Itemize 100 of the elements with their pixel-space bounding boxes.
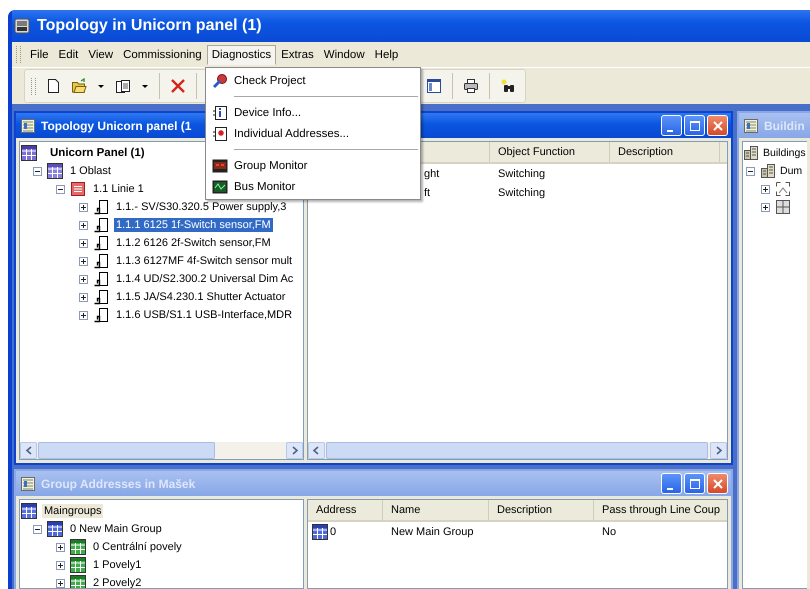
scroll-right-button[interactable] [710, 442, 727, 459]
minimize-icon [666, 488, 672, 490]
close-icon [712, 120, 724, 132]
menu-entry[interactable]: Device Info... [206, 102, 420, 123]
column-header[interactable]: Object Function [490, 142, 610, 162]
close-button[interactable] [707, 473, 728, 494]
collapse-toggle[interactable] [56, 184, 65, 194]
folder-icon [71, 78, 87, 94]
tree-item[interactable]: 1.1.2 6126 2f-Switch sensor,FM [114, 236, 273, 250]
expand-toggle[interactable] [56, 560, 65, 570]
menu-entry[interactable]: Check Project [206, 70, 420, 91]
expand-toggle[interactable] [761, 184, 770, 194]
column-header[interactable]: Pass through Line Coup [594, 500, 727, 520]
menu-item[interactable]: Help [370, 44, 404, 64]
device-icon [93, 217, 109, 233]
device-icon [93, 289, 109, 305]
printer-icon [463, 78, 479, 94]
table-cell: No [602, 526, 616, 538]
window-title: Buildin [764, 118, 805, 132]
menu-grip[interactable] [16, 46, 21, 63]
expand-toggle[interactable] [79, 220, 88, 230]
delete-icon [170, 78, 186, 94]
caret-icon [97, 83, 105, 89]
tree-item[interactable]: 1.1.5 JA/S4.230.1 Shutter Actuator [114, 290, 288, 304]
info-icon [212, 104, 228, 120]
building-icon [760, 163, 776, 179]
menu-item[interactable]: Commissioning [118, 44, 207, 64]
tree-item[interactable]: 1.1.- SV/S30.320.5 Power supply,3 [114, 200, 288, 214]
expand-toggle[interactable] [79, 238, 88, 248]
grid-icon [47, 163, 63, 179]
collapse-toggle[interactable] [33, 524, 42, 534]
device-icon [93, 307, 109, 323]
column-header[interactable]: Address [308, 500, 383, 520]
expand-toggle[interactable] [56, 542, 65, 552]
menu-item[interactable]: Diagnostics [206, 44, 276, 64]
device-icon [93, 199, 109, 215]
scrollbar-thumb[interactable] [38, 442, 215, 459]
collapse-toggle[interactable] [33, 166, 42, 176]
expand-toggle[interactable] [79, 256, 88, 266]
tree-item[interactable]: 1.1.1 6125 1f-Switch sensor,FM [114, 218, 273, 232]
window-icon [21, 118, 35, 132]
expand-toggle[interactable] [79, 292, 88, 302]
chevron-left-icon [24, 446, 32, 455]
scroll-left-button[interactable] [20, 442, 37, 459]
waveform-icon [212, 178, 228, 194]
menu-item[interactable]: View [83, 44, 118, 64]
tree-item[interactable]: 1.1.3 6127MF 4f-Switch sensor mult [114, 254, 294, 268]
minimize-button[interactable] [661, 115, 682, 136]
table-cell: New Main Group [391, 526, 474, 538]
tree-item[interactable]: 1.1.4 UD/S2.300.2 Universal Dim Ac [114, 272, 296, 286]
group-address-icon [312, 524, 328, 540]
tree-item[interactable]: 1 Povely1 [91, 558, 144, 572]
window-icon [744, 118, 758, 132]
chevron-left-icon [312, 446, 320, 455]
collapse-toggle[interactable] [746, 166, 755, 176]
tree-item[interactable]: Dum [779, 164, 802, 178]
menu-entry[interactable]: Bus Monitor [206, 176, 420, 197]
minimize-button[interactable] [661, 473, 682, 494]
expand-toggle[interactable] [79, 310, 88, 320]
close-button[interactable] [707, 115, 728, 136]
tree-item[interactable]: 1.1.6 USB/S1.1 USB-Interface,MDR [114, 308, 294, 322]
tree-item[interactable]: 1 Oblast [68, 164, 113, 178]
tree-item[interactable]: 0 New Main Group [68, 522, 164, 536]
menu-item[interactable]: Edit [54, 44, 84, 64]
window-icon [426, 78, 442, 94]
tree-item[interactable]: 1.1 Linie 1 [91, 182, 146, 196]
window-icon [21, 476, 35, 490]
window-title: Group Addresses in Mašek [41, 476, 196, 490]
grid-icon [47, 521, 63, 537]
expand-toggle[interactable] [79, 274, 88, 284]
expand-toggle[interactable] [761, 202, 770, 212]
menu-entry[interactable]: Group Monitor [206, 155, 420, 176]
expand-toggle[interactable] [56, 578, 65, 588]
menu-entry[interactable]: Individual Addresses... [206, 123, 420, 144]
table-cell: ft [424, 186, 430, 198]
tree-item[interactable]: 2 Povely2 [91, 576, 144, 588]
grid-icon [70, 557, 86, 573]
tree-item[interactable]: Buildings [762, 146, 806, 160]
horizontal-scrollbar[interactable] [20, 442, 303, 459]
tree-item[interactable]: Unicorn Panel (1) [48, 146, 147, 160]
table-cell: ght [424, 168, 440, 180]
menu-item[interactable]: File [25, 44, 54, 64]
column-header[interactable]: Name [383, 500, 489, 520]
maximize-button[interactable] [684, 473, 705, 494]
close-icon [712, 478, 724, 490]
device-icon [93, 253, 109, 269]
scroll-left-button[interactable] [308, 442, 325, 459]
menu-entry-label: Group Monitor [234, 160, 308, 172]
column-header[interactable]: Description [610, 142, 720, 162]
app-title: Topology in Unicorn panel (1) [37, 17, 262, 35]
expand-toggle[interactable] [79, 202, 88, 212]
menu-item[interactable]: Extras [276, 44, 319, 64]
chevron-right-icon [290, 446, 298, 455]
menu-item[interactable]: Window [318, 44, 370, 64]
maximize-button[interactable] [684, 115, 705, 136]
scroll-right-button[interactable] [286, 442, 303, 459]
tree-item[interactable]: 0 Centrální povely [91, 540, 184, 554]
column-header[interactable]: Description [489, 500, 594, 520]
grid-icon [70, 539, 86, 555]
toolbar-grip[interactable] [31, 78, 36, 94]
